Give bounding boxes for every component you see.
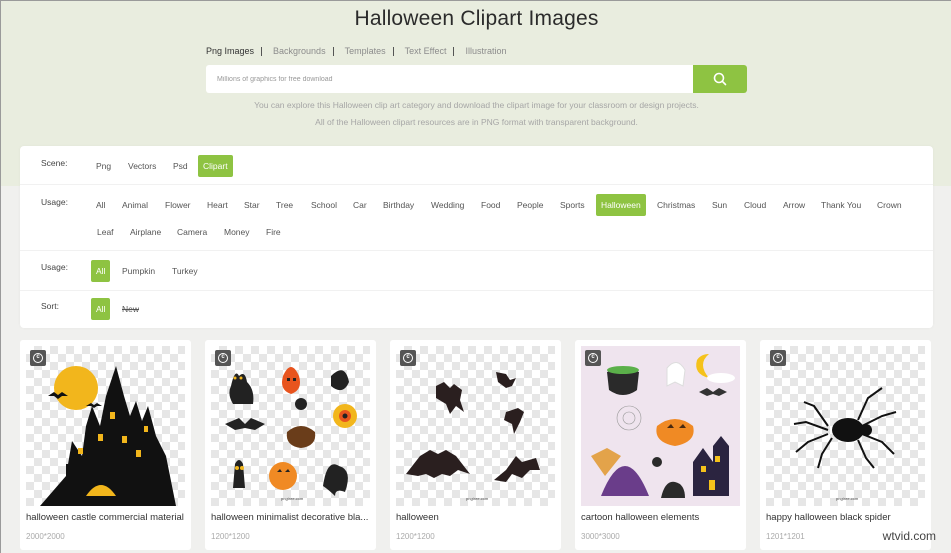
- card-dimensions: 1200*1200: [396, 532, 435, 541]
- filter-usage2-turkey[interactable]: Turkey: [167, 260, 203, 282]
- filter-usage-heart[interactable]: Heart: [202, 194, 233, 216]
- card-dimensions: 3000*3000: [581, 532, 620, 541]
- filter-scene-vectors[interactable]: Vectors: [123, 155, 161, 177]
- sort-new[interactable]: New: [117, 298, 144, 320]
- tab-text-effect[interactable]: Text Effect: [405, 46, 455, 56]
- filter-usage2-all[interactable]: All: [91, 260, 111, 282]
- card-dimensions: 2000*2000: [26, 532, 65, 541]
- search-bar: [206, 65, 747, 93]
- copyright-icon: c: [400, 350, 416, 366]
- filter-usage-halloween[interactable]: Halloween: [596, 194, 646, 216]
- black-spider-clipart: pngtree.com: [793, 387, 897, 501]
- filter-row-sort: Sort: All New: [20, 291, 933, 328]
- filter-usage-crown[interactable]: Crown: [872, 194, 907, 216]
- search-icon: [713, 72, 727, 86]
- filter-usage-people[interactable]: People: [512, 194, 548, 216]
- filter-usage-school[interactable]: School: [306, 194, 342, 216]
- card-title[interactable]: cartoon halloween elements: [581, 512, 741, 523]
- copyright-icon: c: [215, 350, 231, 366]
- filter-row-scene: Scene: Png Vectors Psd Clipart: [20, 146, 933, 185]
- filter-usage-sports[interactable]: Sports: [555, 194, 590, 216]
- filter-usage-car[interactable]: Car: [348, 194, 372, 216]
- card-thumbnail[interactable]: c: [26, 346, 185, 506]
- filter-usage-wedding[interactable]: Wedding: [426, 194, 469, 216]
- site-watermark: wtvid.com: [882, 529, 936, 543]
- tab-templates[interactable]: Templates: [345, 46, 394, 56]
- filter-usage-airplane[interactable]: Airplane: [125, 221, 166, 243]
- flying-bats-clipart: pngtree.com: [406, 372, 540, 501]
- image-card[interactable]: c pngtree.com happy halloween black spid…: [760, 340, 931, 550]
- card-title[interactable]: halloween minimalist decorative bla...: [211, 512, 371, 523]
- sort-all[interactable]: All: [91, 298, 111, 320]
- card-thumbnail[interactable]: c pngtree.com: [766, 346, 925, 506]
- filter-usage-all[interactable]: All: [91, 194, 110, 216]
- filter-usage-birthday[interactable]: Birthday: [378, 194, 419, 216]
- filter-label-usage: Usage:: [41, 197, 68, 207]
- filter-usage-christmas[interactable]: Christmas: [652, 194, 700, 216]
- image-card[interactable]: c pngtree.com halloween 1200*1200: [390, 340, 561, 550]
- card-title[interactable]: happy halloween black spider: [766, 512, 926, 523]
- card-dimensions: 1200*1200: [211, 532, 250, 541]
- svg-text:pngtree.com: pngtree.com: [281, 496, 304, 501]
- filter-usage-flower[interactable]: Flower: [160, 194, 196, 216]
- filter-usage-fire[interactable]: Fire: [261, 221, 286, 243]
- filter-usage-food[interactable]: Food: [476, 194, 505, 216]
- cartoon-halloween-scene: [591, 354, 735, 498]
- card-title[interactable]: halloween: [396, 512, 556, 523]
- tab-illustration[interactable]: Illustration: [465, 46, 514, 56]
- card-thumbnail[interactable]: c pngtree.com: [396, 346, 555, 506]
- filter-usage-camera[interactable]: Camera: [172, 221, 212, 243]
- tab-png-images[interactable]: Png Images: [206, 46, 263, 56]
- filter-usage-sun[interactable]: Sun: [707, 194, 732, 216]
- filter-usage-thank-you[interactable]: Thank You: [816, 194, 866, 216]
- filter-usage2-pumpkin[interactable]: Pumpkin: [117, 260, 160, 282]
- filter-panel: Scene: Png Vectors Psd Clipart Usage: Al…: [20, 146, 933, 328]
- card-title[interactable]: halloween castle commercial material: [26, 512, 186, 523]
- filter-label-sort: Sort:: [41, 301, 59, 311]
- copyright-icon: c: [585, 350, 601, 366]
- description-line-1: You can explore this Halloween clip art …: [254, 100, 699, 110]
- svg-text:pngtree.com: pngtree.com: [466, 496, 489, 501]
- filter-usage-animal[interactable]: Animal: [117, 194, 153, 216]
- filter-usage-money[interactable]: Money: [219, 221, 255, 243]
- svg-text:pngtree.com: pngtree.com: [836, 496, 859, 501]
- filter-usage-cloud[interactable]: Cloud: [739, 194, 771, 216]
- card-dimensions: 1201*1201: [766, 532, 805, 541]
- filter-label-scene: Scene:: [41, 158, 68, 168]
- filter-scene-psd[interactable]: Psd: [168, 155, 193, 177]
- halloween-icons-collection: pngtree.com: [225, 367, 357, 501]
- filter-scene-clipart[interactable]: Clipart: [198, 155, 233, 177]
- filter-usage-star[interactable]: Star: [239, 194, 265, 216]
- filter-row-usage: Usage: All Animal Flower Heart Star Tree…: [20, 185, 933, 251]
- image-card[interactable]: c pngtree.com halloween minimalist decor…: [205, 340, 376, 550]
- filter-label-usage-2: Usage:: [41, 262, 68, 272]
- image-card[interactable]: c cartoon halloween elements 3000*3000: [575, 340, 746, 550]
- card-thumbnail[interactable]: c pngtree.com: [211, 346, 370, 506]
- category-tabs: Png Images Backgrounds Templates Text Ef…: [206, 46, 526, 56]
- filter-usage-arrow[interactable]: Arrow: [778, 194, 810, 216]
- copyright-icon: c: [770, 350, 786, 366]
- search-button[interactable]: [693, 65, 747, 93]
- copyright-icon: c: [30, 350, 46, 366]
- filter-usage-leaf[interactable]: Leaf: [92, 221, 119, 243]
- filter-usage-tree[interactable]: Tree: [271, 194, 298, 216]
- image-card[interactable]: c halloween castle commercial material 2…: [20, 340, 191, 550]
- tab-backgrounds[interactable]: Backgrounds: [273, 46, 334, 56]
- haunted-castle-clipart: [40, 366, 176, 506]
- card-thumbnail[interactable]: c: [581, 346, 740, 506]
- description-line-2: All of the Halloween clipart resources a…: [315, 117, 638, 127]
- search-input[interactable]: [206, 65, 693, 93]
- filter-scene-png[interactable]: Png: [91, 155, 116, 177]
- filter-row-usage-2: Usage: All Pumpkin Turkey: [20, 251, 933, 291]
- page-title: Halloween Clipart Images: [354, 7, 599, 30]
